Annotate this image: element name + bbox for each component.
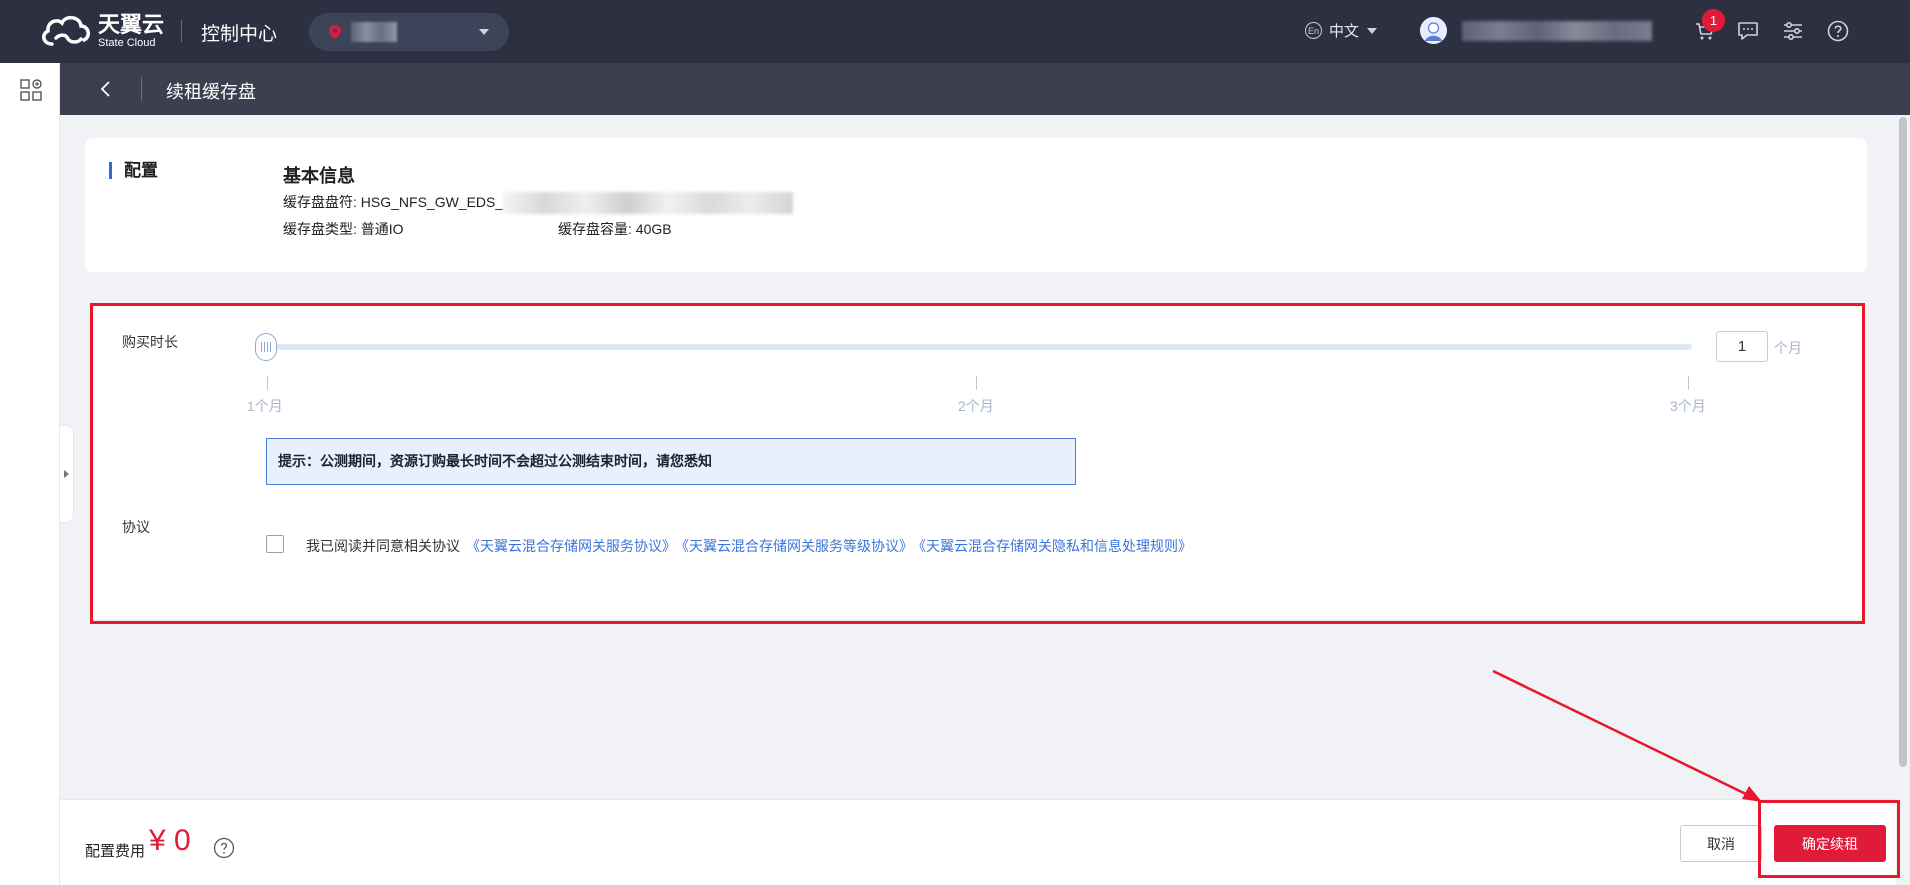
section-title: 配置	[109, 162, 158, 179]
username-redacted	[1462, 21, 1652, 41]
disk-type-row: 缓存盘类型: 普通IO	[283, 219, 404, 239]
language-label: 中文	[1329, 23, 1360, 40]
chevron-right-icon	[64, 470, 69, 478]
scrollbar-thumb[interactable]	[1899, 117, 1907, 767]
page-header: 续租缓存盘	[60, 63, 1910, 115]
logo-en-text: State Cloud	[98, 36, 156, 49]
disk-type-label: 缓存盘类型:	[283, 221, 357, 237]
disk-id-row: 缓存盘盘符: HSG_NFS_GW_EDS_	[283, 192, 794, 215]
user-avatar-icon	[1420, 17, 1447, 44]
disk-id-value: HSG_NFS_GW_EDS_	[360, 194, 504, 210]
state-cloud-logo[interactable]: 天翼云 State Cloud	[38, 12, 164, 50]
page-scrollbar[interactable]	[1896, 115, 1910, 885]
config-card: 配置 基本信息 缓存盘盘符: HSG_NFS_GW_EDS_ 缓存盘类型: 普通…	[85, 138, 1867, 272]
page-title: 续租缓存盘	[166, 82, 256, 102]
logo-cn-text: 天翼云	[98, 11, 165, 37]
fee-label: 配置费用	[85, 843, 146, 860]
sidebar-expand-tab[interactable]	[60, 425, 74, 523]
annotation-box	[1758, 800, 1900, 878]
basic-info-title: 基本信息	[283, 166, 355, 186]
disk-capacity-label: 缓存盘容量:	[558, 221, 632, 237]
avatar[interactable]	[1420, 17, 1447, 44]
region-selector[interactable]	[309, 13, 509, 51]
console-title[interactable]: 控制中心	[201, 19, 277, 46]
left-rail	[0, 63, 60, 885]
fee-value: ¥ 0	[149, 824, 191, 857]
chevron-down-icon	[479, 29, 489, 35]
disk-capacity-value: 40GB	[635, 221, 672, 237]
cart-count-badge: 1	[1702, 9, 1725, 32]
settings-sliders-icon[interactable]	[1781, 19, 1805, 43]
help-icon[interactable]	[1826, 19, 1850, 43]
cloud-logo-icon	[42, 16, 90, 46]
top-navigation-bar: 天翼云 State Cloud 控制中心 En 中文 1	[0, 0, 1910, 63]
language-switcher[interactable]: En 中文	[1305, 20, 1378, 41]
divider	[141, 77, 142, 101]
region-name-redacted	[351, 22, 397, 42]
footer-bar: 配置费用 ¥ 0 取消 确定续租	[60, 799, 1896, 885]
disk-id-label: 缓存盘盘符:	[283, 194, 357, 210]
annotation-box	[90, 303, 1865, 624]
help-icon[interactable]	[213, 837, 235, 859]
divider	[181, 20, 182, 42]
message-icon[interactable]	[1736, 19, 1760, 43]
disk-id-redacted	[503, 192, 794, 215]
back-arrow-icon[interactable]	[96, 79, 116, 99]
chevron-down-icon	[1367, 27, 1378, 34]
disk-capacity-row: 缓存盘容量: 40GB	[558, 219, 672, 239]
cancel-button[interactable]: 取消	[1680, 825, 1762, 862]
apps-grid-icon[interactable]	[20, 79, 42, 101]
language-icon: En	[1305, 22, 1322, 39]
location-pin-icon	[329, 25, 341, 39]
disk-type-value: 普通IO	[360, 221, 404, 237]
